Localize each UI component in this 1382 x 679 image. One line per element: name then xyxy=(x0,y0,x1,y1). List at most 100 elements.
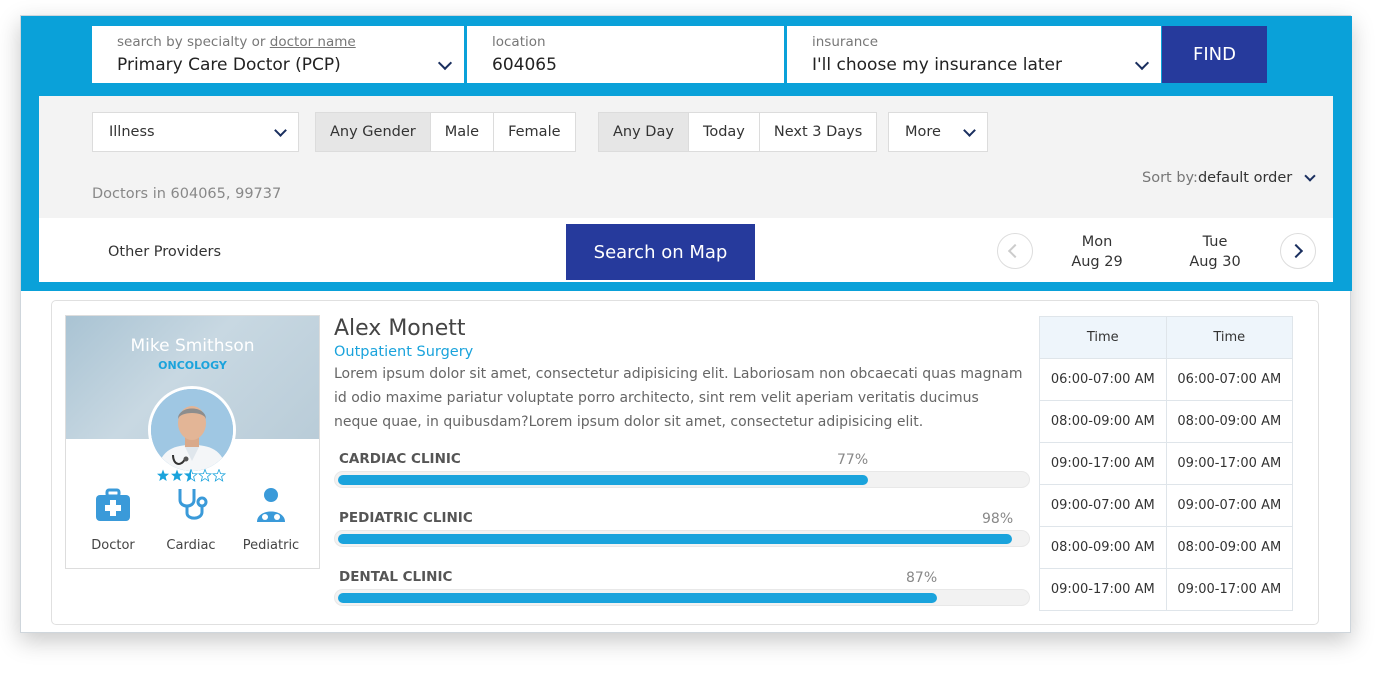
location-value: 604065 xyxy=(492,55,557,75)
chevron-left-icon xyxy=(1007,243,1023,259)
profile-specialty: ONCOLOGY xyxy=(158,359,227,372)
schedule-table: Time Time 06:00-07:00 AM 06:00-07:00 AM 0… xyxy=(1039,316,1293,611)
next-day-button[interactable] xyxy=(1280,233,1316,269)
service-label: Cardiac xyxy=(166,538,216,553)
rating-stars xyxy=(157,468,229,487)
insurance-value: I'll choose my insurance later xyxy=(812,55,1062,75)
sort-value: default order xyxy=(1197,170,1293,186)
time-slot[interactable]: 08:00-09:00 AM xyxy=(1039,400,1167,443)
day-column-tue[interactable]: Tue Aug 30 xyxy=(1170,232,1260,272)
progress-fill xyxy=(338,593,937,603)
table-row: 09:00-17:00 AM 09:00-17:00 AM xyxy=(1039,442,1293,485)
location-field[interactable]: location 604065 xyxy=(467,26,784,83)
table-row: 08:00-09:00 AM 08:00-09:00 AM xyxy=(1039,526,1293,569)
progress-fill xyxy=(338,534,1012,544)
insurance-label: insurance xyxy=(812,34,879,50)
specialty-label: search by specialty or doctor name xyxy=(117,34,356,50)
table-row: 09:00-07:00 AM 09:00-07:00 AM xyxy=(1039,484,1293,527)
service-label: Pediatric xyxy=(242,538,300,553)
insurance-select[interactable]: insurance I'll choose my insurance later xyxy=(787,26,1161,83)
results-count: Doctors in 604065, 99737 xyxy=(92,186,282,202)
chevron-down-icon xyxy=(963,124,976,137)
doctor-bio: Lorem ipsum dolor sit amet, consectetur … xyxy=(334,366,1023,430)
day-any-option[interactable]: Any Day xyxy=(599,113,689,151)
clinic-name: CARDIAC CLINIC xyxy=(339,451,461,467)
time-slot[interactable]: 09:00-17:00 AM xyxy=(1165,568,1293,611)
clinic-percent: 98% xyxy=(982,511,1014,527)
sort-key: Sort by: xyxy=(1142,170,1198,186)
profile-name: Mike Smithson xyxy=(130,336,255,356)
service-label: Doctor xyxy=(91,538,135,553)
specialty-value: Primary Care Doctor (PCP) xyxy=(117,55,341,75)
clinic-name: PEDIATRIC CLINIC xyxy=(339,510,473,526)
service-doctor[interactable]: Doctor xyxy=(73,486,153,553)
star-rating-icon xyxy=(157,468,227,482)
find-button[interactable]: FIND xyxy=(1162,26,1267,83)
progress-fill xyxy=(338,475,868,485)
time-slot[interactable]: 08:00-09:00 AM xyxy=(1039,526,1167,569)
more-filters-select[interactable]: More xyxy=(888,112,988,152)
time-slot[interactable]: 06:00-07:00 AM xyxy=(1039,358,1167,401)
search-header: search by specialty or doctor name Prima… xyxy=(21,16,1352,291)
time-slot[interactable]: 09:00-07:00 AM xyxy=(1039,484,1167,527)
stethoscope-icon xyxy=(172,486,210,524)
column-header: Time xyxy=(1039,316,1167,359)
progress-track xyxy=(334,589,1030,606)
day-date: Aug 30 xyxy=(1189,254,1241,270)
time-slot[interactable]: 09:00-17:00 AM xyxy=(1165,442,1293,485)
clinic-name: DENTAL CLINIC xyxy=(339,569,453,585)
prev-day-button[interactable] xyxy=(997,233,1033,269)
providers-bar: Other Providers Search on Map Mon Aug 29… xyxy=(39,218,1333,282)
gender-any-option[interactable]: Any Gender xyxy=(316,113,431,151)
day-dow: Mon xyxy=(1081,234,1113,250)
day-today-option[interactable]: Today xyxy=(689,113,760,151)
search-on-map-button[interactable]: Search on Map xyxy=(566,224,755,280)
more-label: More xyxy=(905,124,941,140)
time-slot[interactable]: 09:00-17:00 AM xyxy=(1039,568,1167,611)
doctor-department[interactable]: Outpatient Surgery xyxy=(334,344,473,360)
table-row: 06:00-07:00 AM 06:00-07:00 AM xyxy=(1039,358,1293,401)
progress-track xyxy=(334,530,1030,547)
gender-filter: Any Gender Male Female xyxy=(315,112,576,152)
clinic-percent: 77% xyxy=(837,452,869,468)
service-cardiac[interactable]: Cardiac xyxy=(151,486,231,553)
other-providers-link[interactable]: Other Providers xyxy=(108,244,221,260)
chevron-down-icon xyxy=(1304,170,1316,182)
doctor-name-link[interactable]: doctor name xyxy=(270,34,356,50)
table-row: 09:00-17:00 AM 09:00-17:00 AM xyxy=(1039,568,1293,611)
gender-male-option[interactable]: Male xyxy=(431,113,495,151)
table-header-row: Time Time xyxy=(1039,316,1293,359)
clinic-percent: 87% xyxy=(906,570,938,586)
filters-panel: Illness Any Gender Male Female Any Day T… xyxy=(39,96,1333,218)
time-slot[interactable]: 09:00-07:00 AM xyxy=(1165,484,1293,527)
time-slot[interactable]: 08:00-09:00 AM xyxy=(1165,526,1293,569)
profile-panel: Mike Smithson ONCOLOGY Doctor Cardiac Pe… xyxy=(65,315,320,569)
day-column-mon[interactable]: Mon Aug 29 xyxy=(1052,232,1142,272)
app-frame: search by specialty or doctor name Prima… xyxy=(20,15,1352,633)
day-date: Aug 29 xyxy=(1071,254,1123,270)
medical-kit-icon xyxy=(94,486,132,524)
gender-female-option[interactable]: Female xyxy=(494,113,574,151)
chevron-down-icon xyxy=(1134,55,1150,71)
day-next3-option[interactable]: Next 3 Days xyxy=(760,113,876,151)
sort-select[interactable]: Sort by:default order xyxy=(1142,170,1316,186)
table-row: 08:00-09:00 AM 08:00-09:00 AM xyxy=(1039,400,1293,443)
time-slot[interactable]: 09:00-17:00 AM xyxy=(1039,442,1167,485)
day-dow: Tue xyxy=(1202,234,1228,250)
illness-label: Illness xyxy=(109,124,155,140)
doctor-avatar xyxy=(148,386,236,474)
specialty-select[interactable]: search by specialty or doctor name Prima… xyxy=(92,26,464,83)
chevron-down-icon xyxy=(437,55,453,71)
doctor-name: Alex Monett xyxy=(334,316,466,341)
service-pediatric[interactable]: Pediatric xyxy=(231,486,311,553)
time-slot[interactable]: 06:00-07:00 AM xyxy=(1165,358,1293,401)
illness-select[interactable]: Illness xyxy=(92,112,299,152)
chevron-down-icon xyxy=(274,124,287,137)
doctor-portrait-icon xyxy=(151,389,233,471)
pediatric-icon xyxy=(252,486,290,524)
doctor-card: Mike Smithson ONCOLOGY Doctor Cardiac Pe… xyxy=(51,300,1319,625)
column-header: Time xyxy=(1165,316,1293,359)
day-filter: Any Day Today Next 3 Days xyxy=(598,112,878,152)
location-label: location xyxy=(492,34,546,50)
time-slot[interactable]: 08:00-09:00 AM xyxy=(1165,400,1293,443)
